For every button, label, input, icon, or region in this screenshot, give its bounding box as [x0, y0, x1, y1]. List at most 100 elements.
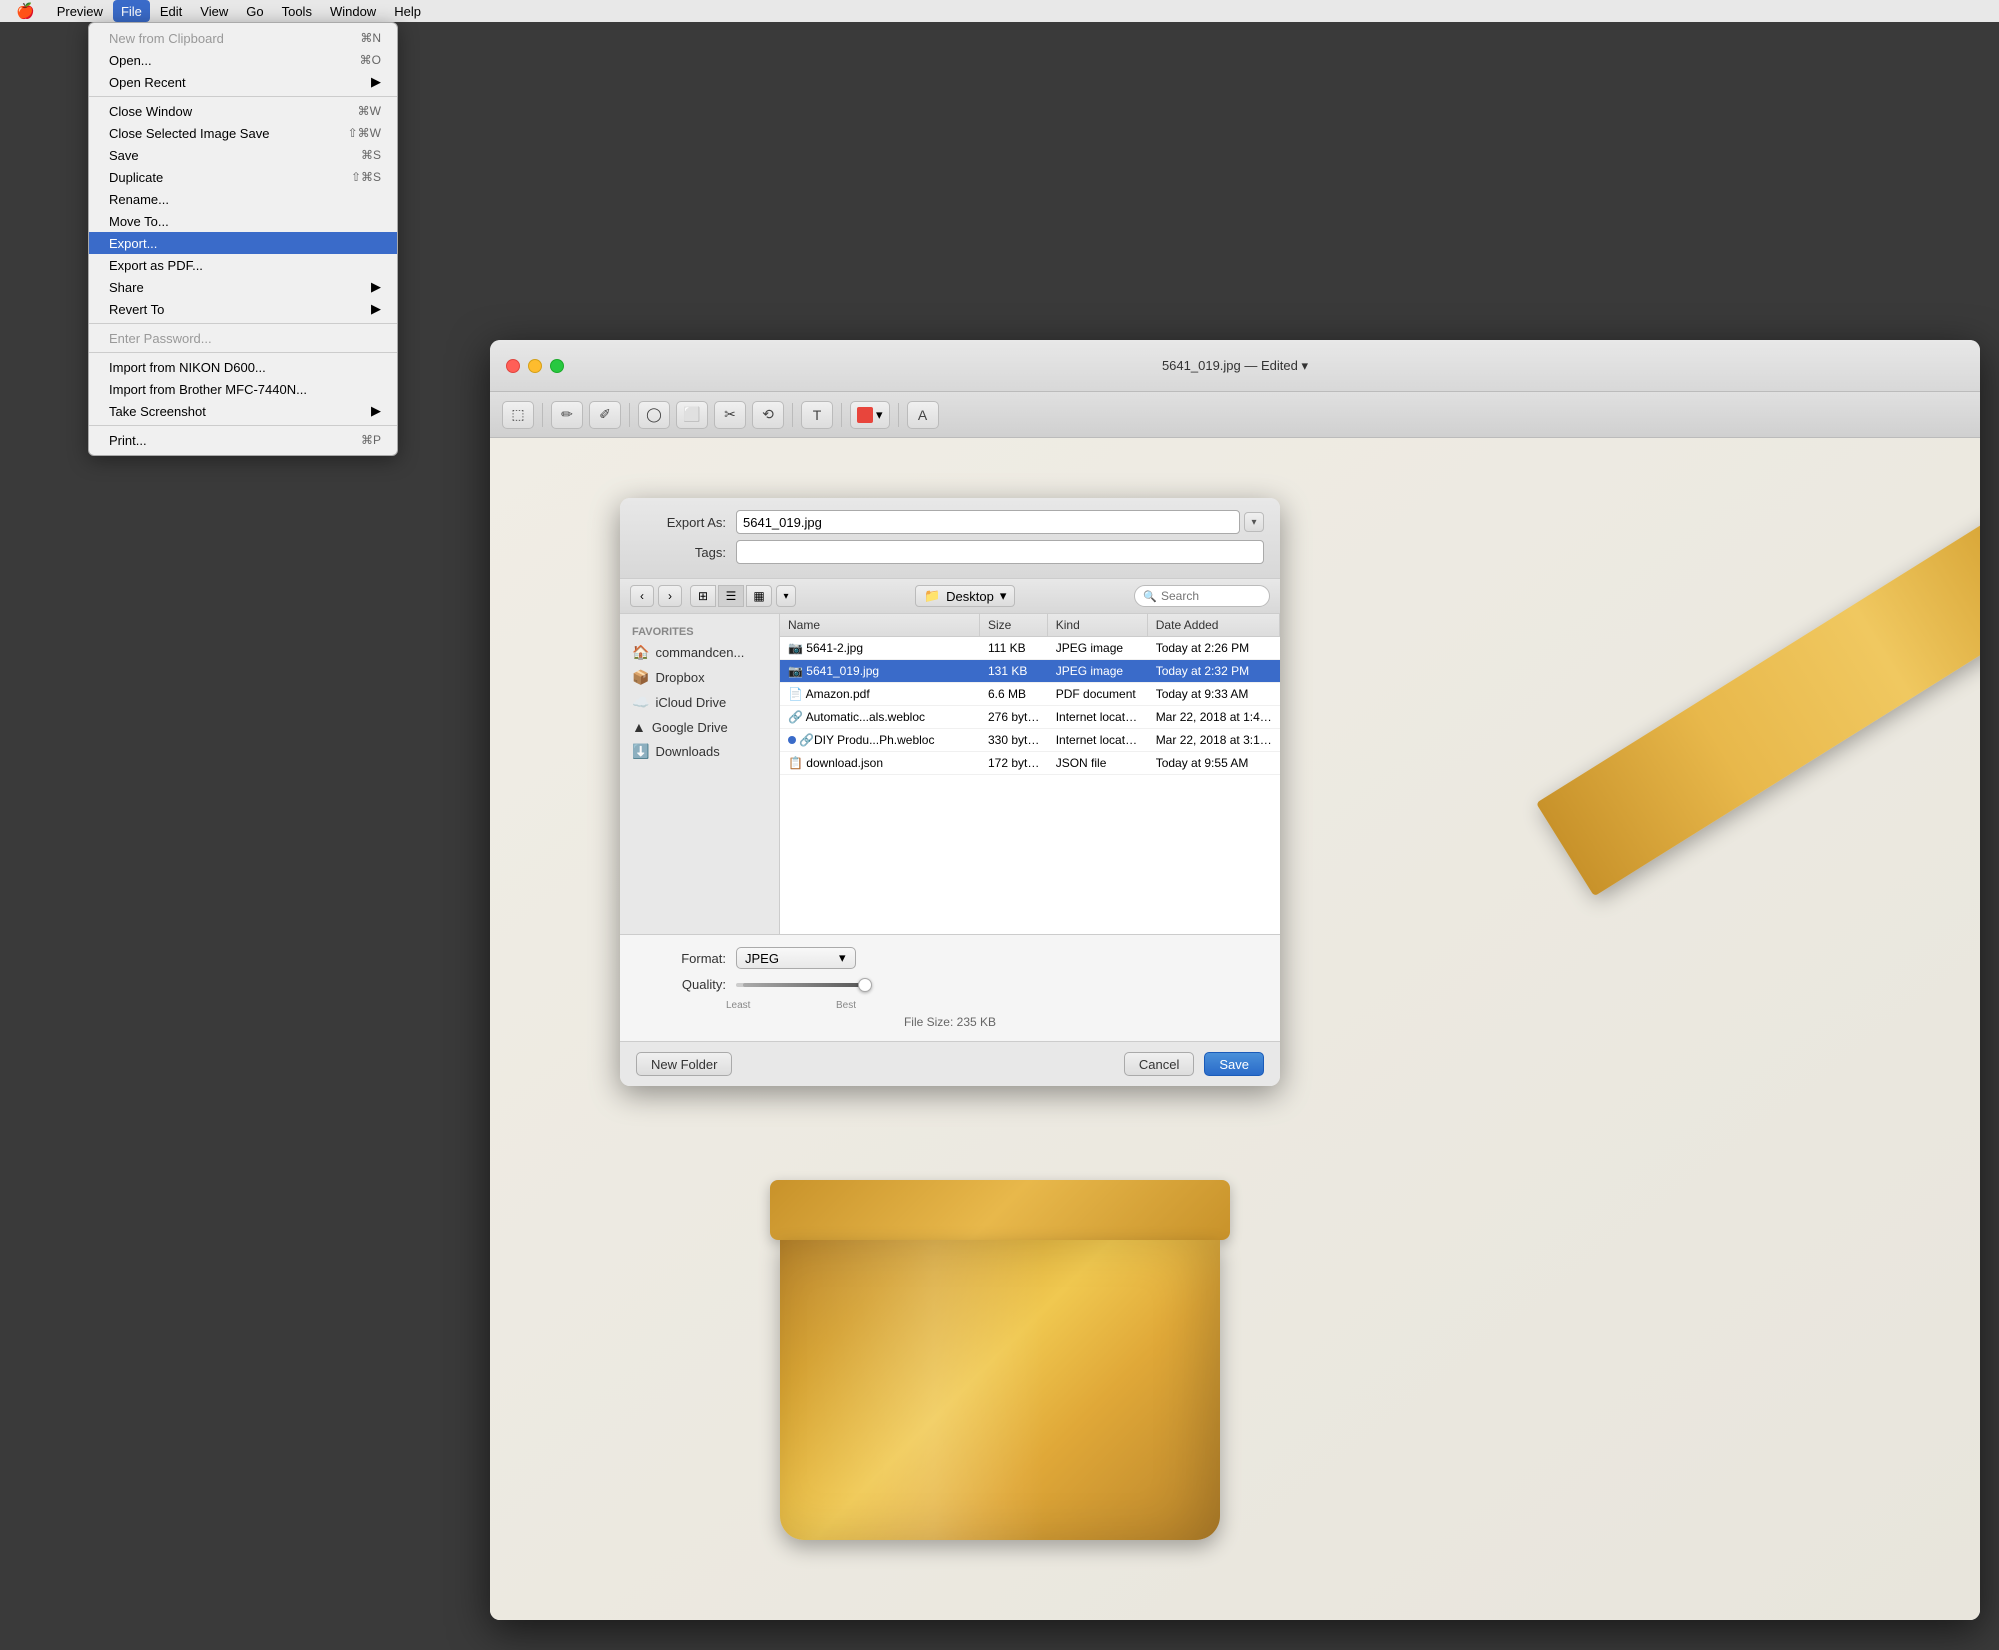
table-row[interactable]: 📷 5641-2.jpg 111 KB JPEG image Today at … [780, 637, 1280, 660]
menu-item-close-window[interactable]: Close Window ⌘W [89, 100, 397, 122]
menu-item-export-label: Export... [109, 236, 381, 251]
menu-item-import-brother[interactable]: Import from Brother MFC-7440N... [89, 378, 397, 400]
list-view-btn[interactable]: ☰ [718, 585, 744, 607]
menubar-edit[interactable]: Edit [152, 0, 190, 22]
toolbar-sep-4 [841, 403, 842, 427]
table-row[interactable]: 📄 Amazon.pdf 6.6 MB PDF document Today a… [780, 683, 1280, 706]
table-row[interactable]: 📋 download.json 172 bytes JSON file Toda… [780, 752, 1280, 775]
minimize-button[interactable] [528, 359, 542, 373]
menu-item-export[interactable]: Export... [89, 232, 397, 254]
sidebar-item-dropbox[interactable]: 📦 Dropbox [620, 665, 779, 690]
menu-item-export-pdf[interactable]: Export as PDF... [89, 254, 397, 276]
table-row[interactable]: 📷 5641_019.jpg 131 KB JPEG image Today a… [780, 660, 1280, 683]
menu-item-open-recent[interactable]: Open Recent ▶ [89, 71, 397, 93]
quality-slider[interactable] [736, 983, 866, 987]
google-drive-icon: ▲ [632, 719, 646, 735]
traffic-lights [506, 359, 564, 373]
format-value: JPEG [745, 951, 779, 966]
col-header-kind[interactable]: Kind [1048, 614, 1148, 636]
menubar-preview[interactable]: Preview [49, 0, 111, 22]
tags-row: Tags: [636, 540, 1264, 564]
close-button[interactable] [506, 359, 520, 373]
window-toolbar: ⬚ ✏ ✐ ◯ ⬜ ✂ ⟲ T ▾ A [490, 392, 1980, 438]
expand-button[interactable]: ▾ [1244, 512, 1264, 532]
location-selector[interactable]: 📁 Desktop ▾ [915, 585, 1015, 607]
menu-item-take-screenshot[interactable]: Take Screenshot ▶ [89, 400, 397, 422]
quality-slider-thumb[interactable] [858, 978, 872, 992]
downloads-icon: ⬇️ [632, 743, 649, 760]
format-section: Format: JPEG ▾ Quality: [620, 934, 1280, 1041]
table-row[interactable]: 🔗 Automatic...als.webloc 276 bytes Inter… [780, 706, 1280, 729]
color-picker-arrow: ▾ [876, 407, 883, 423]
color-picker-btn[interactable]: ▾ [850, 401, 890, 429]
col-header-size[interactable]: Size [980, 614, 1048, 636]
col-header-name[interactable]: Name [780, 614, 980, 636]
menu-item-open[interactable]: Open... ⌘O [89, 49, 397, 71]
menubar-window[interactable]: Window [322, 0, 384, 22]
export-as-row: Export As: ▾ [636, 510, 1264, 534]
shapes-btn[interactable]: ◯ [638, 401, 670, 429]
sidebar-item-icloud-drive[interactable]: ☁️ iCloud Drive [620, 690, 779, 715]
file-date-cell: Today at 2:26 PM [1148, 637, 1280, 659]
menu-item-duplicate-label: Duplicate [109, 170, 351, 185]
menu-item-print[interactable]: Print... ⌘P [89, 429, 397, 451]
sidebar-item-google-drive[interactable]: ▲ Google Drive [620, 715, 779, 739]
table-row[interactable]: 🔗 DIY Produ...Ph.webloc 330 bytes Intern… [780, 729, 1280, 752]
menu-item-import-nikon-label: Import from NIKON D600... [109, 360, 381, 375]
menu-item-import-nikon[interactable]: Import from NIKON D600... [89, 356, 397, 378]
menu-item-share[interactable]: Share ▶ [89, 276, 397, 298]
forward-button[interactable]: › [658, 585, 682, 607]
menu-sep-1 [89, 96, 397, 97]
tags-input[interactable] [736, 540, 1264, 564]
menubar-file[interactable]: File [113, 0, 150, 22]
menu-shortcut-close-window: ⌘W [358, 104, 381, 118]
lasso-tool-btn[interactable]: ✏ [551, 401, 583, 429]
crop-btn[interactable]: ✂ [714, 401, 746, 429]
menubar-go[interactable]: Go [238, 0, 271, 22]
text-btn[interactable]: T [801, 401, 833, 429]
selection-tool-btn[interactable]: ⬚ [502, 401, 534, 429]
menu-item-move-to[interactable]: Move To... [89, 210, 397, 232]
annotate-btn[interactable]: ✐ [589, 401, 621, 429]
file-icon: 🔗 [799, 733, 814, 747]
new-folder-button[interactable]: New Folder [636, 1052, 732, 1076]
apple-menu[interactable]: 🍎 [8, 0, 43, 22]
menu-item-enter-password[interactable]: Enter Password... [89, 327, 397, 349]
format-row: Format: JPEG ▾ [636, 947, 1264, 969]
menu-item-export-pdf-label: Export as PDF... [109, 258, 381, 273]
view-options-btn[interactable]: ▾ [776, 585, 796, 607]
menu-item-share-label: Share [109, 280, 363, 295]
file-date-cell: Mar 22, 2018 at 3:15 P [1148, 729, 1280, 751]
cancel-button[interactable]: Cancel [1124, 1052, 1194, 1076]
toolbar-sep-3 [792, 403, 793, 427]
menubar-tools[interactable]: Tools [274, 0, 320, 22]
format-chevron: ▾ [839, 950, 846, 966]
text-style-btn[interactable]: A [907, 401, 939, 429]
menu-item-rename[interactable]: Rename... [89, 188, 397, 210]
menubar-view[interactable]: View [192, 0, 236, 22]
menubar-help[interactable]: Help [386, 0, 429, 22]
icon-view-btn[interactable]: ⊞ [690, 585, 716, 607]
sidebar-item-commandcen[interactable]: 🏠 commandcen... [620, 640, 779, 665]
menu-item-save[interactable]: Save ⌘S [89, 144, 397, 166]
search-input[interactable] [1161, 589, 1261, 603]
menu-item-close-selected[interactable]: Close Selected Image Save ⇧⌘W [89, 122, 397, 144]
format-selector[interactable]: JPEG ▾ [736, 947, 856, 969]
zoom-button[interactable] [550, 359, 564, 373]
menu-item-duplicate[interactable]: Duplicate ⇧⌘S [89, 166, 397, 188]
back-button[interactable]: ‹ [630, 585, 654, 607]
export-as-input[interactable] [736, 510, 1240, 534]
save-button[interactable]: Save [1204, 1052, 1264, 1076]
border-btn[interactable]: ⬜ [676, 401, 708, 429]
menu-item-new-from-clipboard[interactable]: New from Clipboard ⌘N [89, 27, 397, 49]
menu-item-revert-to[interactable]: Revert To ▶ [89, 298, 397, 320]
file-name-cell: 🔗 Automatic...als.webloc [780, 706, 980, 728]
sidebar-item-downloads[interactable]: ⬇️ Downloads [620, 739, 779, 764]
rotate-btn[interactable]: ⟲ [752, 401, 784, 429]
file-size-row: File Size: 235 KB [636, 1015, 1264, 1029]
col-header-date[interactable]: Date Added [1148, 614, 1280, 636]
window-edited-arrow[interactable]: ▾ [1302, 358, 1309, 373]
column-view-btn[interactable]: ▦ [746, 585, 772, 607]
quality-row: Quality: [636, 977, 1264, 992]
file-size-label: File Size: [904, 1015, 953, 1029]
